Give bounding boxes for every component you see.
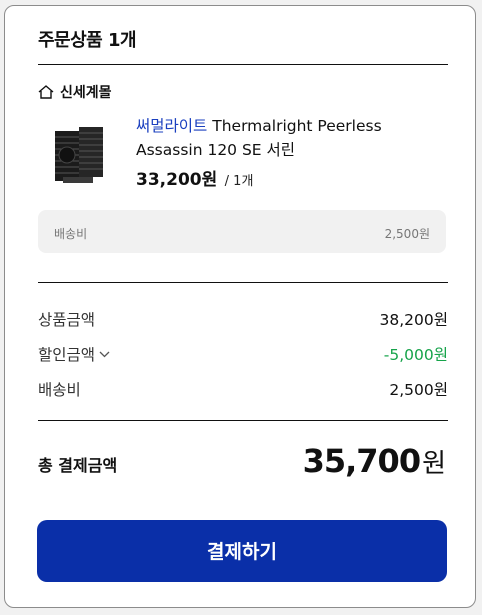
product-name[interactable]: 써멀라이트 Thermalright Peerless Assassin 120…: [136, 114, 446, 162]
summary-label: 배송비: [38, 381, 81, 399]
product-quantity: / 1개: [224, 174, 254, 189]
product-price-line: 33,200원 / 1개: [136, 165, 253, 190]
store-link[interactable]: 신세계몰: [38, 82, 112, 102]
product-price: 33,200원: [136, 170, 218, 190]
summary-value: 2,500원: [389, 381, 448, 399]
total-value: 35,700: [302, 442, 421, 480]
total-amount: 35,700원: [302, 442, 446, 480]
home-icon: [38, 85, 54, 99]
summary-label: 상품금액: [38, 311, 96, 329]
divider: [38, 64, 448, 65]
chevron-down-icon: [99, 351, 110, 358]
product-brand[interactable]: 써멀라이트: [136, 117, 207, 135]
total-label: 총 결제금액: [38, 456, 118, 475]
total-unit: 원: [422, 449, 446, 479]
divider: [38, 282, 448, 283]
order-summary-card: 주문상품 1개 신세계몰 써멀라이트 Thermalright Peerless…: [4, 5, 476, 608]
summary-value: 38,200원: [379, 311, 449, 329]
summary-label: 할인금액: [38, 346, 96, 364]
store-name: 신세계몰: [60, 85, 112, 101]
summary-value: -5,000원: [383, 346, 448, 364]
shipping-fee-box: 배송비 2,500원: [38, 210, 446, 253]
divider: [38, 420, 448, 421]
shipping-fee-label: 배송비: [54, 227, 88, 241]
order-items-title: 주문상품 1개: [38, 30, 137, 51]
discount-toggle[interactable]: 할인금액: [38, 343, 110, 365]
product-thumbnail[interactable]: [49, 121, 107, 189]
shipping-fee-value: 2,500원: [384, 227, 430, 241]
pay-button[interactable]: 결제하기: [37, 520, 447, 582]
